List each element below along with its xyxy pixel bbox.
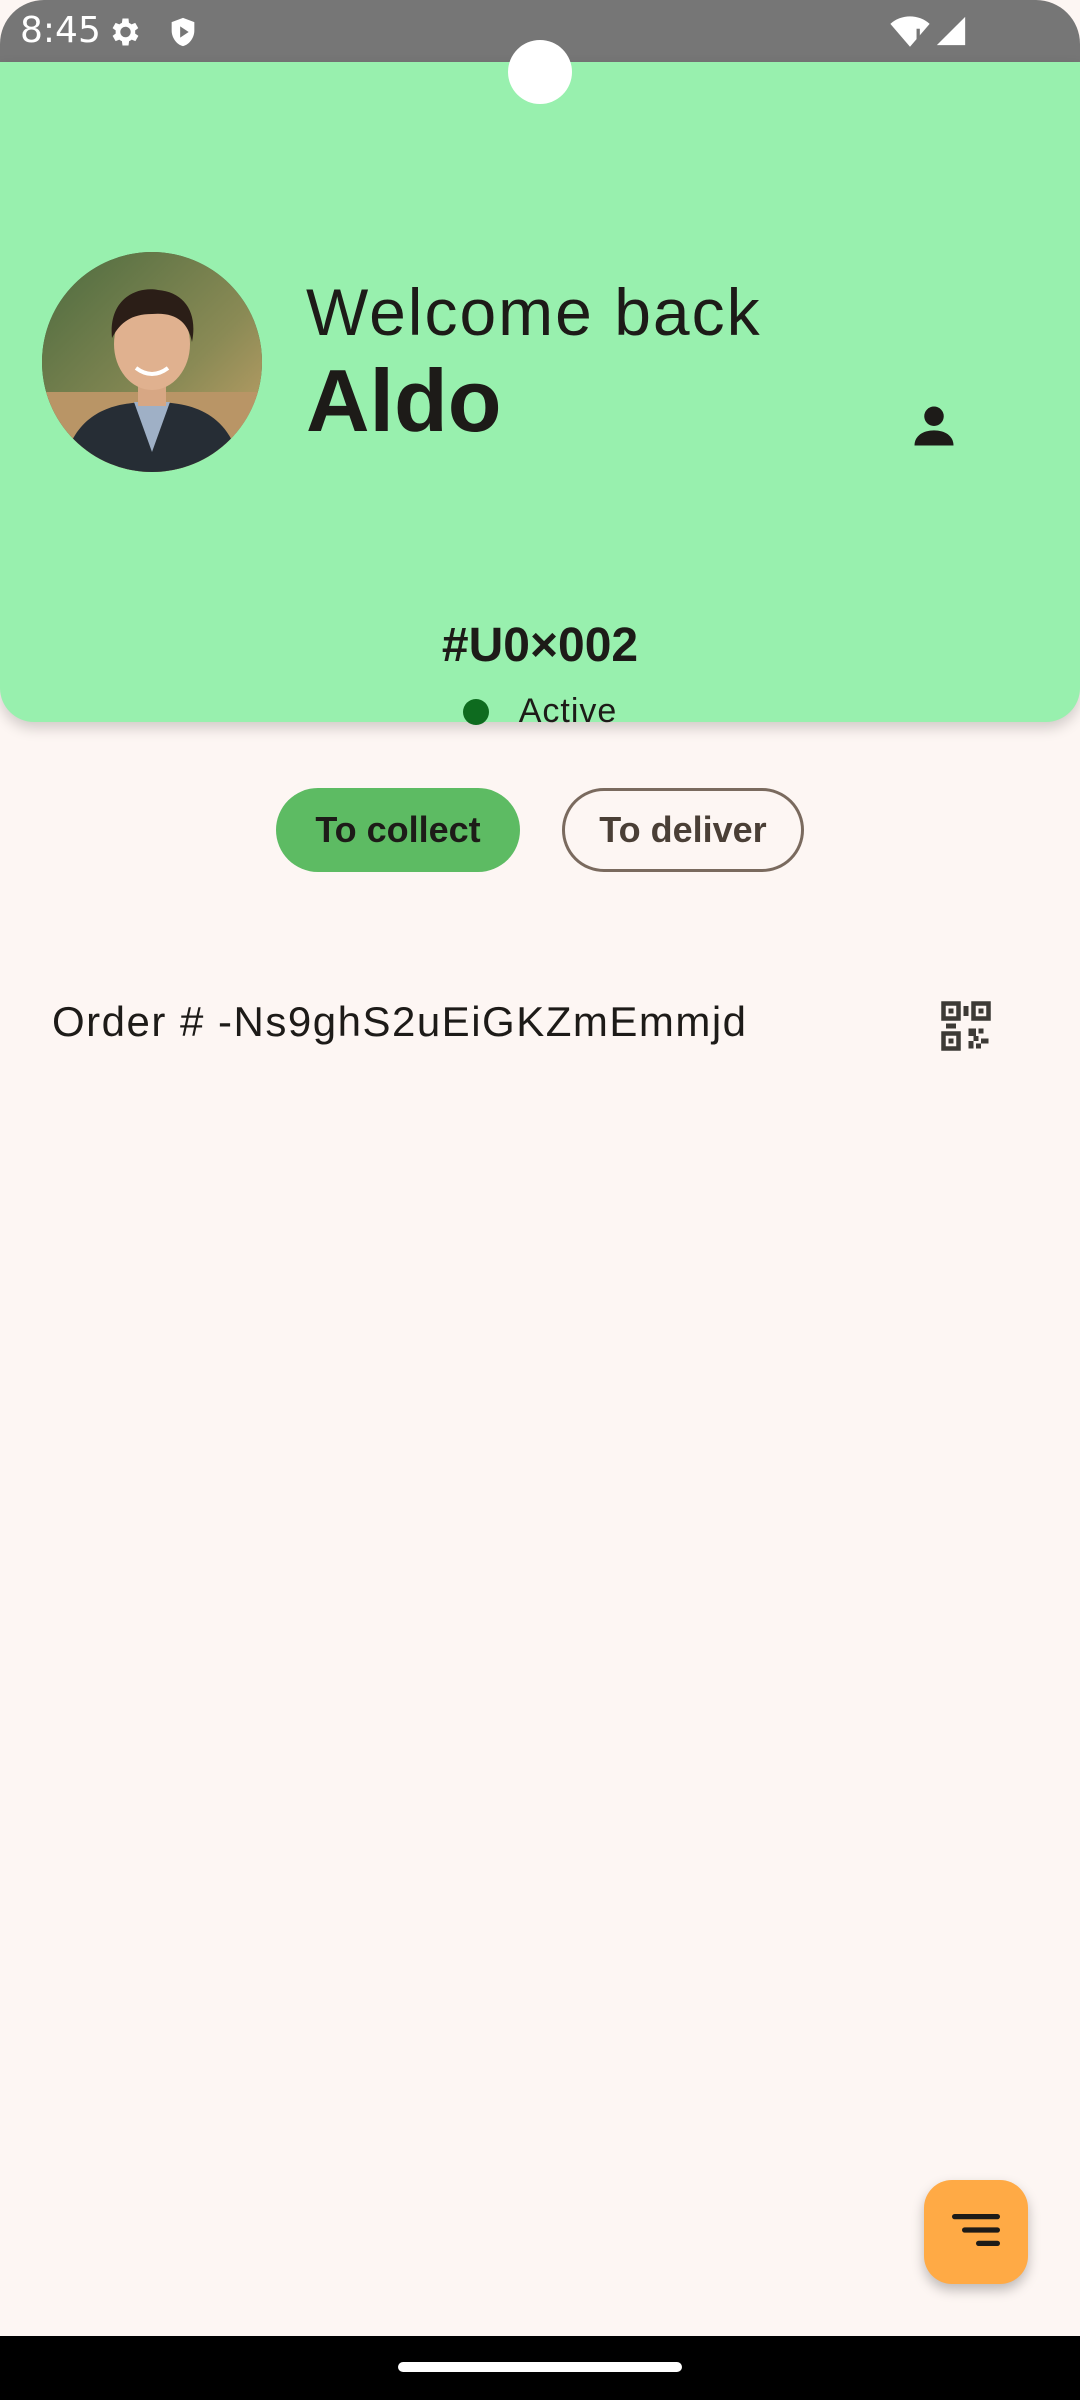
wifi-icon (890, 14, 930, 55)
welcome-text: Welcome back (306, 275, 762, 349)
user-id: #U0×002 (441, 619, 639, 672)
person-icon (908, 400, 960, 457)
profile-header-card: Welcome back Aldo #U0×002 Active (0, 62, 1080, 730)
qr-code-icon (936, 1001, 996, 1060)
user-name: Aldo (306, 351, 502, 450)
signal-icon (934, 14, 968, 53)
home-gesture-handle[interactable] (398, 2362, 682, 2372)
status-indicator-dot (462, 698, 489, 725)
profile-button[interactable] (894, 388, 974, 468)
qr-code-button[interactable] (936, 996, 996, 1056)
camera-cutout (508, 40, 572, 104)
status-text: Active (518, 692, 618, 730)
status-time: 8:45 (20, 10, 101, 51)
navigation-bar (0, 2336, 1080, 2400)
filter-fab-button[interactable] (924, 2180, 1028, 2284)
filter-list-icon (950, 2210, 1002, 2255)
tab-to-deliver[interactable]: To deliver (562, 788, 804, 872)
tab-to-collect[interactable]: To collect (276, 788, 520, 872)
user-status: Active (0, 692, 1080, 731)
gear-icon (106, 14, 142, 55)
shield-icon (166, 14, 200, 55)
avatar (42, 252, 262, 472)
order-item-label[interactable]: Order # -Ns9ghS2uEiGKZmEmmjd (52, 998, 748, 1046)
